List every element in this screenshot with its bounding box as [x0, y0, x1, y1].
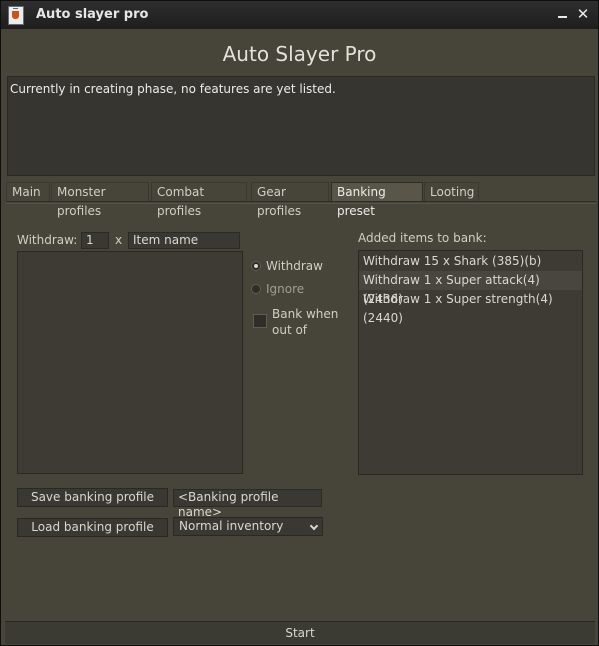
tab-divider — [6, 201, 596, 202]
panel-divider — [6, 203, 596, 204]
java-app-icon — [8, 6, 24, 25]
window-title: Auto slayer pro — [36, 7, 149, 22]
times-label: x — [115, 233, 123, 247]
tab-banking-preset[interactable]: Banking preset — [331, 182, 423, 218]
bank-when-out-label: Bank when out of — [272, 307, 339, 337]
bank-when-out-checkbox[interactable] — [253, 314, 267, 328]
chevron-down-icon — [309, 521, 319, 531]
withdraw-radio-row[interactable]: Withdraw — [251, 259, 341, 275]
profile-name-input[interactable]: <Banking profile name> — [173, 489, 322, 519]
added-items-list[interactable]: Withdraw 15 x Shark (385)(b) Withdraw 1 … — [358, 250, 583, 475]
added-items-label: Added items to bank: — [358, 231, 487, 245]
tab-gear-profiles[interactable]: Gear profiles — [251, 182, 329, 218]
tab-monster-profiles[interactable]: Monster profiles — [51, 182, 149, 218]
inventory-select[interactable]: Normal inventory — [173, 517, 323, 536]
list-item[interactable]: Withdraw 1 x Super strength(4) (2440) — [359, 290, 582, 325]
withdraw-radio-label: Withdraw — [266, 259, 323, 273]
close-icon[interactable]: ✕ — [575, 5, 591, 23]
minimize-icon[interactable] — [555, 5, 571, 23]
ignore-radio[interactable] — [251, 284, 261, 294]
inventory-select-value: Normal inventory — [179, 519, 284, 533]
app-title: Auto Slayer Pro — [222, 42, 377, 66]
item-search-list[interactable] — [17, 251, 243, 474]
ignore-radio-row[interactable]: Ignore — [251, 282, 341, 298]
app-window: Auto slayer pro ✕ Auto Slayer Pro Curren… — [0, 0, 599, 646]
withdraw-radio[interactable] — [251, 261, 261, 271]
ignore-radio-label: Ignore — [266, 282, 305, 296]
tab-looting[interactable]: Looting — [424, 182, 479, 201]
load-banking-profile-button[interactable]: Load banking profile — [17, 518, 168, 537]
item-name-input[interactable]: Item name — [128, 232, 240, 249]
save-banking-profile-button[interactable]: Save banking profile — [17, 488, 168, 507]
list-item[interactable]: Withdraw 15 x Shark (385)(b) — [359, 252, 582, 271]
tab-combat-profiles[interactable]: Combat profiles — [151, 182, 247, 218]
tab-main[interactable]: Main — [6, 182, 50, 201]
withdraw-label: Withdraw: — [17, 233, 78, 247]
list-item[interactable]: Withdraw 1 x Super attack(4) (2436) — [359, 271, 582, 306]
description-box: Currently in creating phase, no features… — [7, 76, 595, 176]
quantity-input[interactable]: 1 — [81, 232, 109, 249]
title-bar[interactable]: Auto slayer pro ✕ — [1, 1, 598, 29]
start-button[interactable]: Start — [5, 621, 595, 644]
